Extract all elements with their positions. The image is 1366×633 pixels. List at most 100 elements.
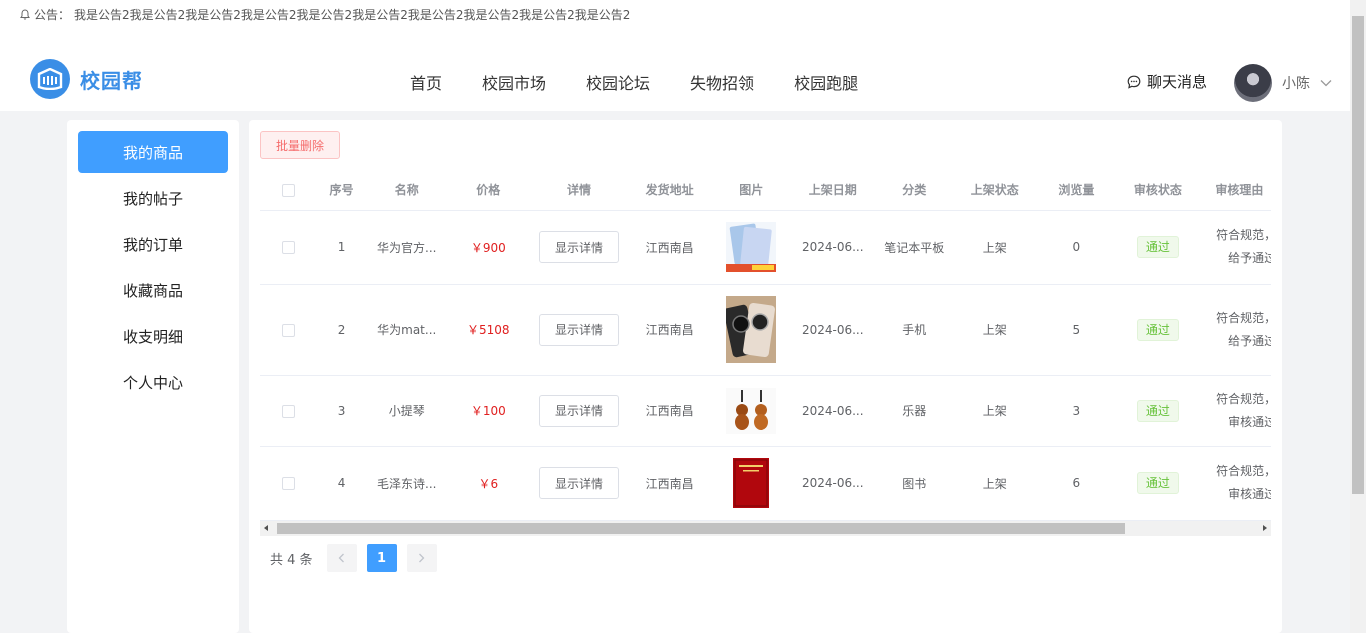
bell-icon xyxy=(20,9,30,20)
row-address: 江西南昌 xyxy=(627,284,712,376)
pagination: 共 4 条 1 xyxy=(270,544,447,572)
phone-image[interactable] xyxy=(726,296,777,363)
avatar xyxy=(1234,64,1272,102)
header-date: 上架日期 xyxy=(790,170,875,211)
nav-item-market[interactable]: 校园市场 xyxy=(462,70,566,94)
table-row: 1 华为官方... ￥900 显示详情 江西南昌 2024-06... 笔记本平… xyxy=(260,210,1271,285)
row-index: 4 xyxy=(316,446,367,521)
notice-text: 我是公告2我是公告2我是公告2我是公告2我是公告2我是公告2我是公告2我是公告2… xyxy=(74,8,631,22)
row-checkbox[interactable] xyxy=(281,477,295,490)
audit-status-badge: 通过 xyxy=(1136,318,1179,341)
notice-bar: 公告： 我是公告2我是公告2我是公告2我是公告2我是公告2我是公告2我是公告2我是… xyxy=(20,6,630,23)
row-price: ￥6 xyxy=(446,446,531,521)
batch-delete-button[interactable]: 批量删除 xyxy=(260,131,340,159)
header-status: 上架状态 xyxy=(954,170,1036,211)
show-detail-button[interactable]: 显示详情 xyxy=(538,394,619,427)
table-header-row: 序号 名称 价格 详情 发货地址 图片 上架日期 分类 上架状态 浏览量 审核状… xyxy=(260,170,1271,211)
row-checkbox[interactable] xyxy=(281,241,295,254)
row-reason: 符合规范， 给予通过 xyxy=(1198,210,1271,285)
username: 小陈 xyxy=(1282,76,1310,92)
next-page-button[interactable] xyxy=(406,544,437,572)
audit-status-badge: 通过 xyxy=(1136,472,1179,494)
header-detail: 详情 xyxy=(530,170,628,211)
row-views: 6 xyxy=(1035,446,1118,521)
scroll-left-arrow-icon[interactable] xyxy=(264,525,268,531)
row-category: 笔记本平板 xyxy=(874,210,955,285)
logo-icon xyxy=(30,59,70,99)
chevron-left-icon xyxy=(338,553,345,563)
scroll-right-arrow-icon[interactable] xyxy=(1263,525,1267,531)
page-number-current[interactable]: 1 xyxy=(366,544,397,572)
header: 公告： 我是公告2我是公告2我是公告2我是公告2我是公告2我是公告2我是公告2我是… xyxy=(0,0,1350,111)
show-detail-button[interactable]: 显示详情 xyxy=(538,467,619,499)
audit-status-badge: 通过 xyxy=(1136,399,1179,422)
row-address: 江西南昌 xyxy=(627,210,712,285)
show-detail-button[interactable]: 显示详情 xyxy=(538,231,619,263)
header-views: 浏览量 xyxy=(1035,170,1118,211)
tablet-image[interactable] xyxy=(726,222,777,272)
row-price: ￥100 xyxy=(446,375,531,447)
logo-text: 校园帮 xyxy=(80,68,143,93)
row-status: 上架 xyxy=(954,284,1036,376)
logo[interactable]: 校园帮 xyxy=(30,59,143,99)
row-date: 2024-06... xyxy=(790,284,875,376)
header-reason: 审核理由 xyxy=(1198,170,1271,211)
row-status: 上架 xyxy=(954,446,1036,521)
row-date: 2024-06... xyxy=(790,210,875,285)
row-address: 江西南昌 xyxy=(627,446,712,521)
notice-label: 公告： xyxy=(34,8,71,22)
row-price: ￥900 xyxy=(446,210,531,285)
prev-page-button[interactable] xyxy=(326,544,357,572)
sidebar-item-profile[interactable]: 个人中心 xyxy=(78,361,228,403)
sidebar-item-my-posts[interactable]: 我的帖子 xyxy=(78,177,228,219)
reason-line-1: 符合规范， xyxy=(1216,464,1271,478)
row-reason: 符合规范， 给予通过 xyxy=(1198,284,1271,376)
chevron-right-icon xyxy=(419,553,425,563)
table-scrollbar-thumb[interactable] xyxy=(277,523,1125,534)
chat-messages-link[interactable]: 聊天消息 xyxy=(1127,71,1207,92)
table-row: 2 华为mat... ￥5108 显示详情 江西南昌 2024-06... 手机… xyxy=(260,284,1271,376)
page-scrollbar-thumb[interactable] xyxy=(1352,16,1364,494)
sidebar-item-my-goods[interactable]: 我的商品 xyxy=(78,131,228,173)
show-detail-button[interactable]: 显示详情 xyxy=(538,313,619,346)
book-image[interactable] xyxy=(733,458,770,508)
row-name: 小提琴 xyxy=(367,375,447,447)
header-price: 价格 xyxy=(446,170,531,211)
row-checkbox[interactable] xyxy=(281,404,295,418)
row-checkbox[interactable] xyxy=(281,323,295,337)
table-row: 4 毛泽东诗... ￥6 显示详情 江西南昌 2024-06... 图书 上架 … xyxy=(260,446,1271,521)
sidebar: 我的商品 我的帖子 我的订单 收藏商品 收支明细 个人中心 xyxy=(67,120,239,633)
row-index: 3 xyxy=(316,375,367,447)
select-all-checkbox[interactable] xyxy=(281,183,295,197)
nav-item-home[interactable]: 首页 xyxy=(390,70,462,94)
row-price: ￥5108 xyxy=(446,284,531,376)
row-name: 华为mat... xyxy=(367,284,447,376)
table-horizontal-scrollbar[interactable] xyxy=(260,521,1271,536)
nav-item-forum[interactable]: 校园论坛 xyxy=(566,70,670,94)
nav-item-lost-found[interactable]: 失物招领 xyxy=(670,70,774,94)
row-date: 2024-06... xyxy=(790,446,875,521)
row-reason: 符合规范， 审核通过 xyxy=(1198,446,1271,521)
violin-image[interactable] xyxy=(726,387,777,434)
row-views: 5 xyxy=(1035,284,1118,376)
header-name: 名称 xyxy=(367,170,447,211)
sidebar-item-favorites[interactable]: 收藏商品 xyxy=(78,269,228,311)
row-date: 2024-06... xyxy=(790,375,875,447)
row-status: 上架 xyxy=(954,210,1036,285)
audit-status-badge: 通过 xyxy=(1136,236,1179,258)
reason-line-2: 审核通过 xyxy=(1228,487,1271,501)
reason-line-2: 给予通过 xyxy=(1228,251,1271,265)
sidebar-item-finance[interactable]: 收支明细 xyxy=(78,315,228,357)
chat-label: 聊天消息 xyxy=(1147,73,1208,91)
page-scrollbar[interactable] xyxy=(1350,0,1366,633)
pagination-total: 共 4 条 xyxy=(270,552,313,568)
sidebar-item-my-orders[interactable]: 我的订单 xyxy=(78,223,228,265)
nav-item-errand[interactable]: 校园跑腿 xyxy=(774,70,878,94)
reason-line-1: 符合规范， xyxy=(1216,391,1271,406)
chat-icon xyxy=(1127,75,1141,89)
user-menu[interactable]: 小陈 xyxy=(1234,64,1332,102)
row-name: 毛泽东诗... xyxy=(367,446,447,521)
reason-line-2: 给予通过 xyxy=(1228,333,1271,348)
reason-line-1: 符合规范， xyxy=(1216,310,1271,325)
row-index: 2 xyxy=(316,284,367,376)
